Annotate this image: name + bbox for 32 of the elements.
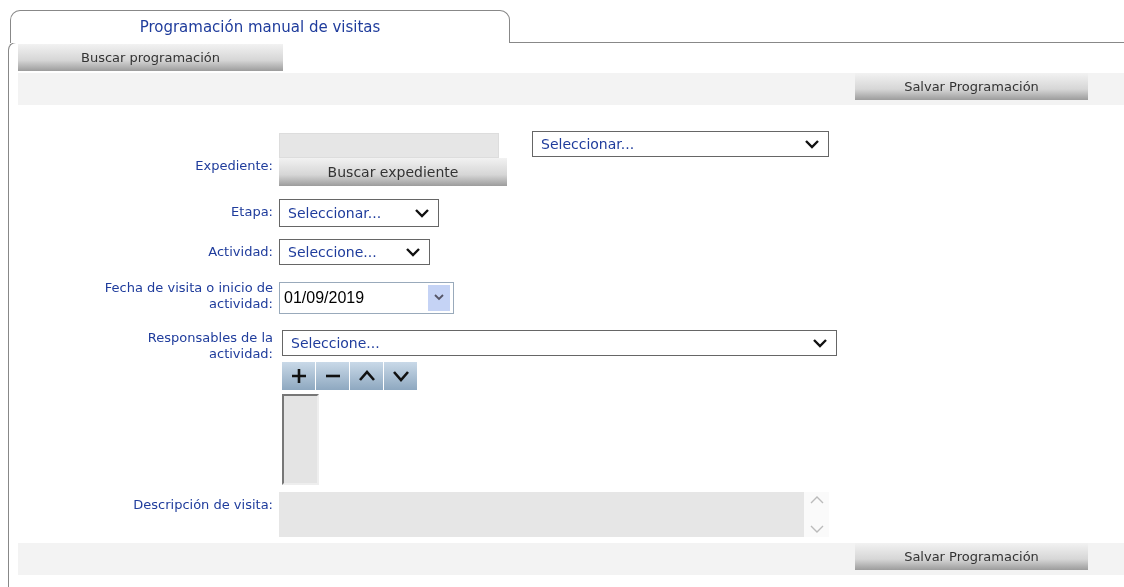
remove-button[interactable] — [316, 361, 349, 390]
case-dropdown[interactable]: Seleccionar... — [532, 131, 829, 157]
chevron-down-icon — [804, 139, 820, 149]
date-field[interactable]: 01/09/2019 — [279, 281, 454, 314]
save-button[interactable]: Salvar Programación — [855, 543, 1088, 570]
chevron-up-icon — [357, 369, 376, 382]
minus-icon — [323, 373, 342, 378]
stage-dropdown[interactable]: Seleccionar... — [279, 199, 439, 228]
field-label: Responsables de la actividad: — [146, 329, 273, 362]
scroll-down-icon — [809, 525, 824, 534]
scroll-up-icon — [809, 495, 824, 504]
field-label: Etapa: — [230, 204, 273, 221]
add-button[interactable] — [282, 361, 315, 390]
chevron-down-icon — [405, 247, 421, 258]
search-programming-button[interactable]: Buscar programación — [18, 44, 283, 71]
activity-dropdown[interactable]: Seleccione... — [279, 239, 430, 266]
plus-icon — [289, 366, 308, 385]
move-up-button[interactable] — [350, 361, 383, 390]
responsible-list[interactable] — [282, 393, 319, 485]
chevron-down-icon — [414, 208, 430, 219]
field-label: Descripción de visita: — [132, 497, 273, 514]
chevron-down-icon — [391, 369, 410, 382]
move-down-button[interactable] — [384, 361, 417, 390]
chevron-down-icon — [812, 337, 828, 348]
field-label: Fecha de visita o inicio de actividad: — [103, 279, 273, 312]
responsible-dropdown[interactable]: Seleccione... — [282, 329, 837, 356]
tab[interactable]: Programación manual de visitas — [10, 10, 510, 43]
field-label: Expediente: — [194, 158, 273, 174]
chevron-down-icon — [434, 294, 444, 302]
save-button[interactable]: Salvar Programación — [855, 73, 1088, 100]
field-label: Actividad: — [207, 244, 273, 261]
search-case-button[interactable]: Buscar expediente — [279, 158, 507, 186]
